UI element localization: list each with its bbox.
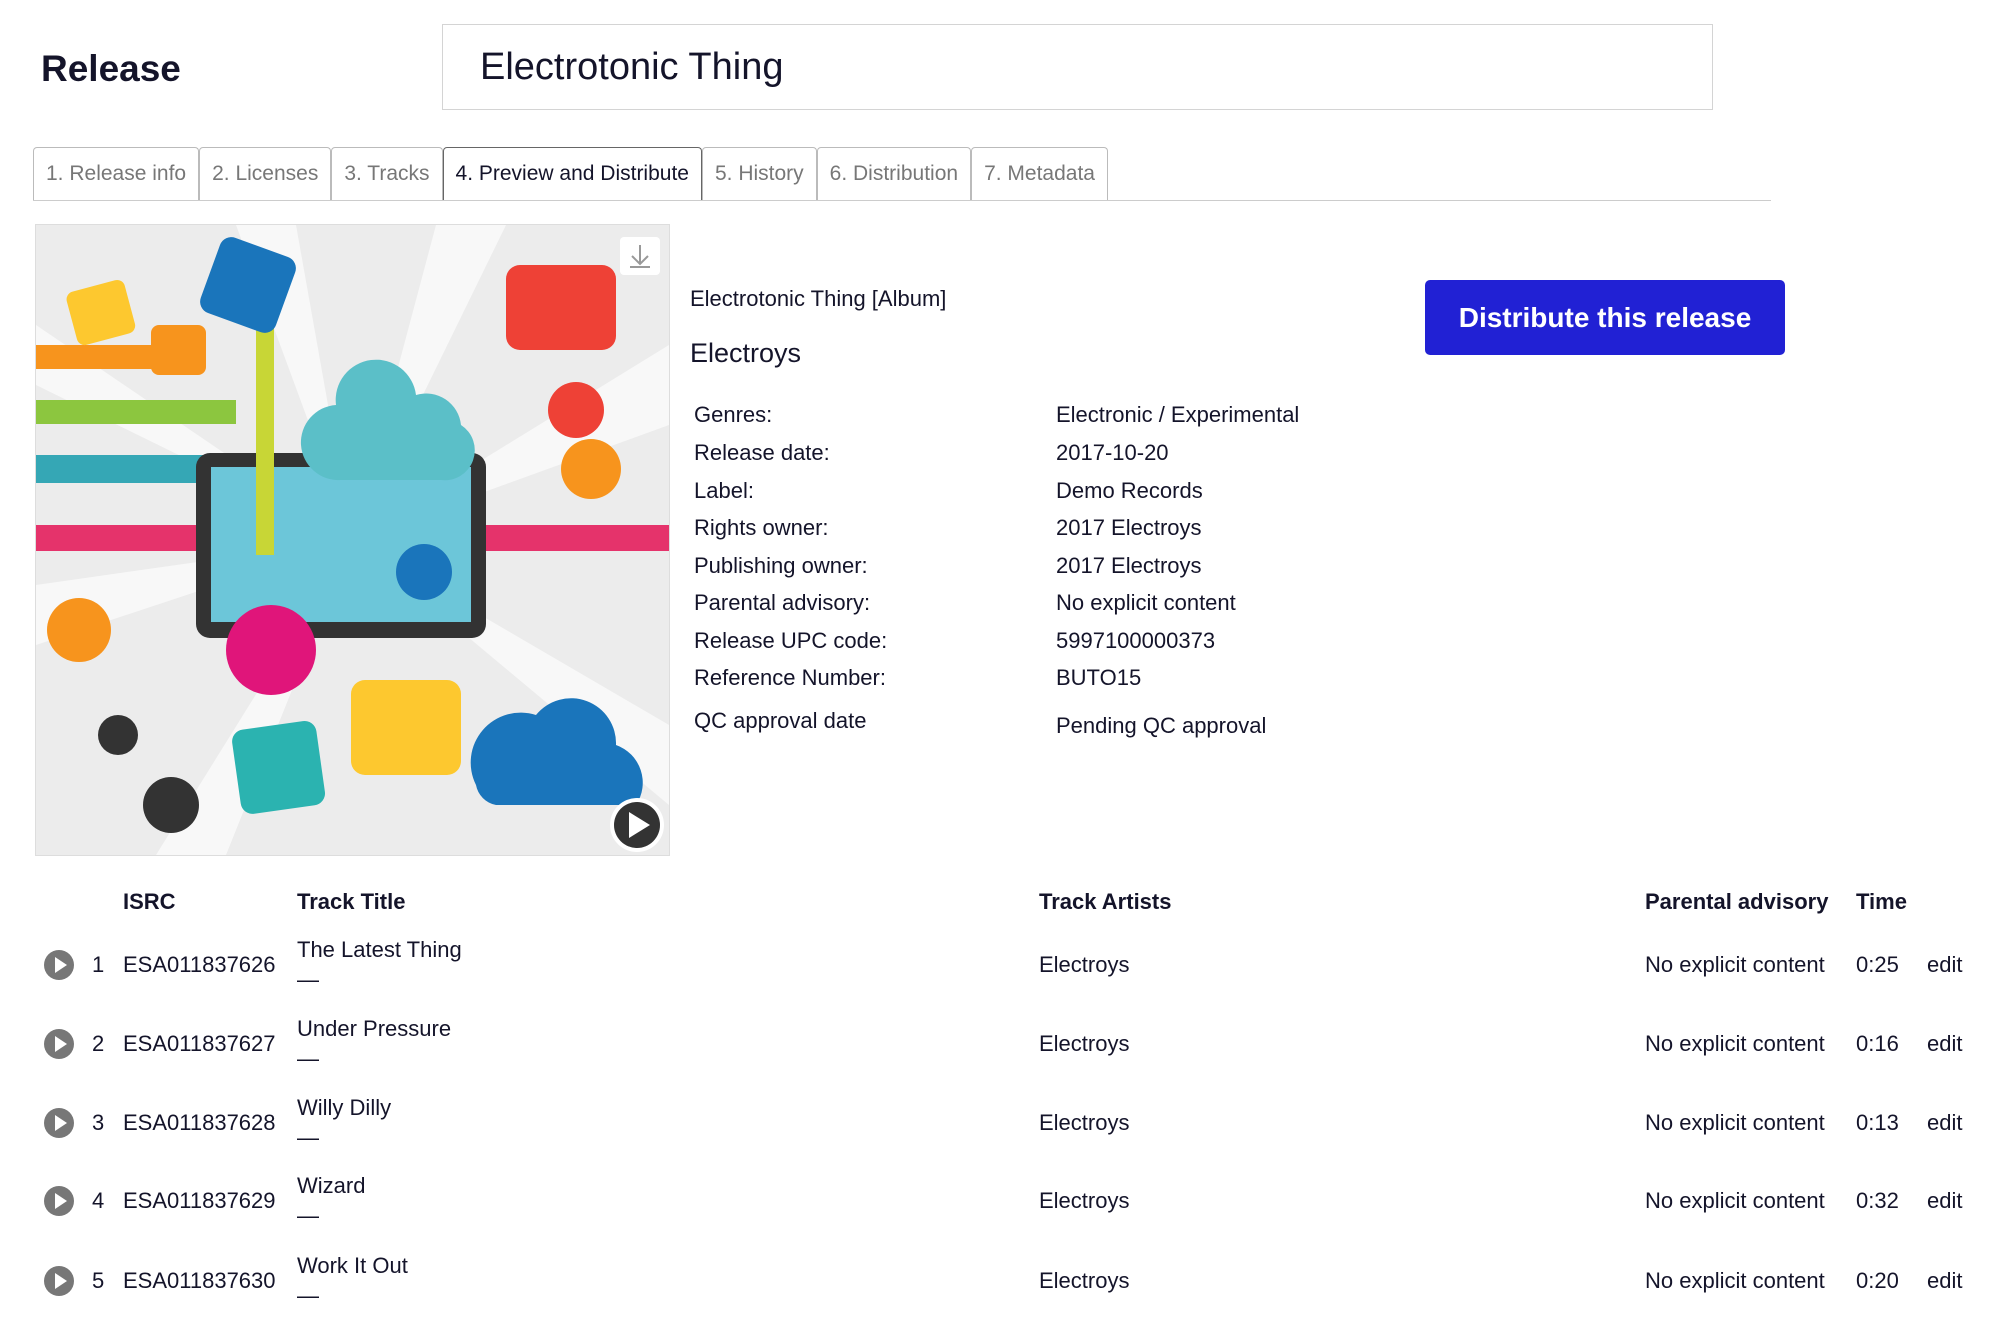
track-time: 0:16: [1856, 1031, 1899, 1056]
play-track-icon[interactable]: [44, 1186, 74, 1216]
track-isrc: ESA011837629: [123, 1188, 276, 1213]
detail-label: Release date:: [694, 440, 830, 465]
cover-art: [35, 224, 670, 856]
track-time: 0:20: [1856, 1268, 1899, 1293]
track-parental-advisory: No explicit content: [1645, 1188, 1825, 1213]
track-parental-advisory: No explicit content: [1645, 1268, 1825, 1293]
detail-value: 2017 Electroys: [1056, 553, 1202, 578]
track-isrc: ESA011837627: [123, 1031, 276, 1056]
detail-value: No explicit content: [1056, 590, 1236, 615]
tab-preview-and-distribute[interactable]: 4. Preview and Distribute: [442, 147, 702, 201]
edit-track-link[interactable]: edit: [1927, 952, 1962, 978]
detail-value: Demo Records: [1056, 478, 1203, 503]
track-title: Willy Dilly: [297, 1095, 392, 1120]
track-artists: Electroys: [1039, 952, 1130, 977]
detail-label: Release UPC code:: [694, 628, 888, 653]
edit-track-link[interactable]: edit: [1927, 1188, 1962, 1214]
detail-value: 2017-10-20: [1056, 440, 1169, 465]
tab-release-info[interactable]: 1. Release info: [33, 147, 200, 201]
tab-divider: [33, 200, 1771, 201]
play-track-icon[interactable]: [44, 1029, 74, 1059]
track-number: 3: [92, 1110, 105, 1135]
edit-track-link[interactable]: edit: [1927, 1268, 1962, 1294]
track-subtitle: —: [297, 967, 319, 992]
track-title: Work It Out: [297, 1253, 408, 1278]
track-artists: Electroys: [1039, 1110, 1130, 1135]
detail-label: Parental advisory:: [694, 590, 871, 615]
album-line: Electrotonic Thing [Album]: [690, 286, 947, 311]
tab-licenses[interactable]: 2. Licenses: [199, 147, 332, 201]
track-time: 0:32: [1856, 1188, 1899, 1213]
track-artists: Electroys: [1039, 1188, 1130, 1213]
tab-metadata[interactable]: 7. Metadata: [971, 147, 1108, 201]
col-parental-advisory: Parental advisory: [1645, 889, 1829, 914]
track-subtitle: —: [297, 1283, 319, 1308]
col-isrc: ISRC: [123, 889, 176, 914]
play-track-icon[interactable]: [44, 1266, 74, 1296]
track-artists: Electroys: [1039, 1268, 1130, 1293]
track-subtitle: —: [297, 1203, 319, 1228]
play-track-icon[interactable]: [44, 1108, 74, 1138]
tab-distribution[interactable]: 6. Distribution: [816, 147, 972, 201]
detail-value: BUTO15: [1056, 665, 1142, 690]
track-parental-advisory: No explicit content: [1645, 952, 1825, 977]
detail-value: 2017 Electroys: [1056, 515, 1202, 540]
edit-track-link[interactable]: edit: [1927, 1031, 1962, 1057]
tab-tracks[interactable]: 3. Tracks: [331, 147, 443, 201]
detail-value: Pending QC approval: [1056, 713, 1267, 738]
track-isrc: ESA011837630: [123, 1268, 276, 1293]
track-parental-advisory: No explicit content: [1645, 1031, 1825, 1056]
detail-label: Publishing owner:: [694, 553, 868, 578]
col-track-title: Track Title: [297, 889, 406, 914]
detail-label: Rights owner:: [694, 515, 829, 540]
track-time: 0:25: [1856, 952, 1899, 977]
detail-label: Genres:: [694, 402, 773, 427]
track-number: 4: [92, 1188, 105, 1213]
track-number: 2: [92, 1031, 105, 1056]
col-track-artists: Track Artists: [1039, 889, 1172, 914]
detail-value: 5997100000373: [1056, 628, 1216, 653]
release-title-input[interactable]: [442, 24, 1713, 110]
tab-bar: 1. Release info 2. Licenses 3. Tracks 4.…: [33, 147, 1108, 201]
track-time: 0:13: [1856, 1110, 1899, 1135]
track-number: 5: [92, 1268, 105, 1293]
edit-track-link[interactable]: edit: [1927, 1110, 1962, 1136]
track-isrc: ESA011837628: [123, 1110, 276, 1135]
detail-label: QC approval date: [694, 708, 867, 733]
play-icon[interactable]: [610, 798, 664, 852]
track-parental-advisory: No explicit content: [1645, 1110, 1825, 1135]
track-artists: Electroys: [1039, 1031, 1130, 1056]
release-artist: Electroys: [690, 338, 802, 368]
tab-history[interactable]: 5. History: [701, 147, 817, 201]
track-isrc: ESA011837626: [123, 952, 276, 977]
detail-value: Electronic / Experimental: [1056, 402, 1300, 427]
track-title: Under Pressure: [297, 1016, 452, 1041]
detail-label: Label:: [694, 478, 754, 503]
track-subtitle: —: [297, 1046, 319, 1071]
track-title: Wizard: [297, 1173, 366, 1198]
col-time: Time: [1856, 889, 1907, 914]
distribute-release-button[interactable]: Distribute this release: [1425, 280, 1785, 355]
play-track-icon[interactable]: [44, 950, 74, 980]
track-subtitle: —: [297, 1125, 319, 1150]
page-title: Release: [41, 48, 181, 89]
detail-label: Reference Number:: [694, 665, 886, 690]
track-number: 1: [92, 952, 105, 977]
track-title: The Latest Thing: [297, 937, 462, 962]
